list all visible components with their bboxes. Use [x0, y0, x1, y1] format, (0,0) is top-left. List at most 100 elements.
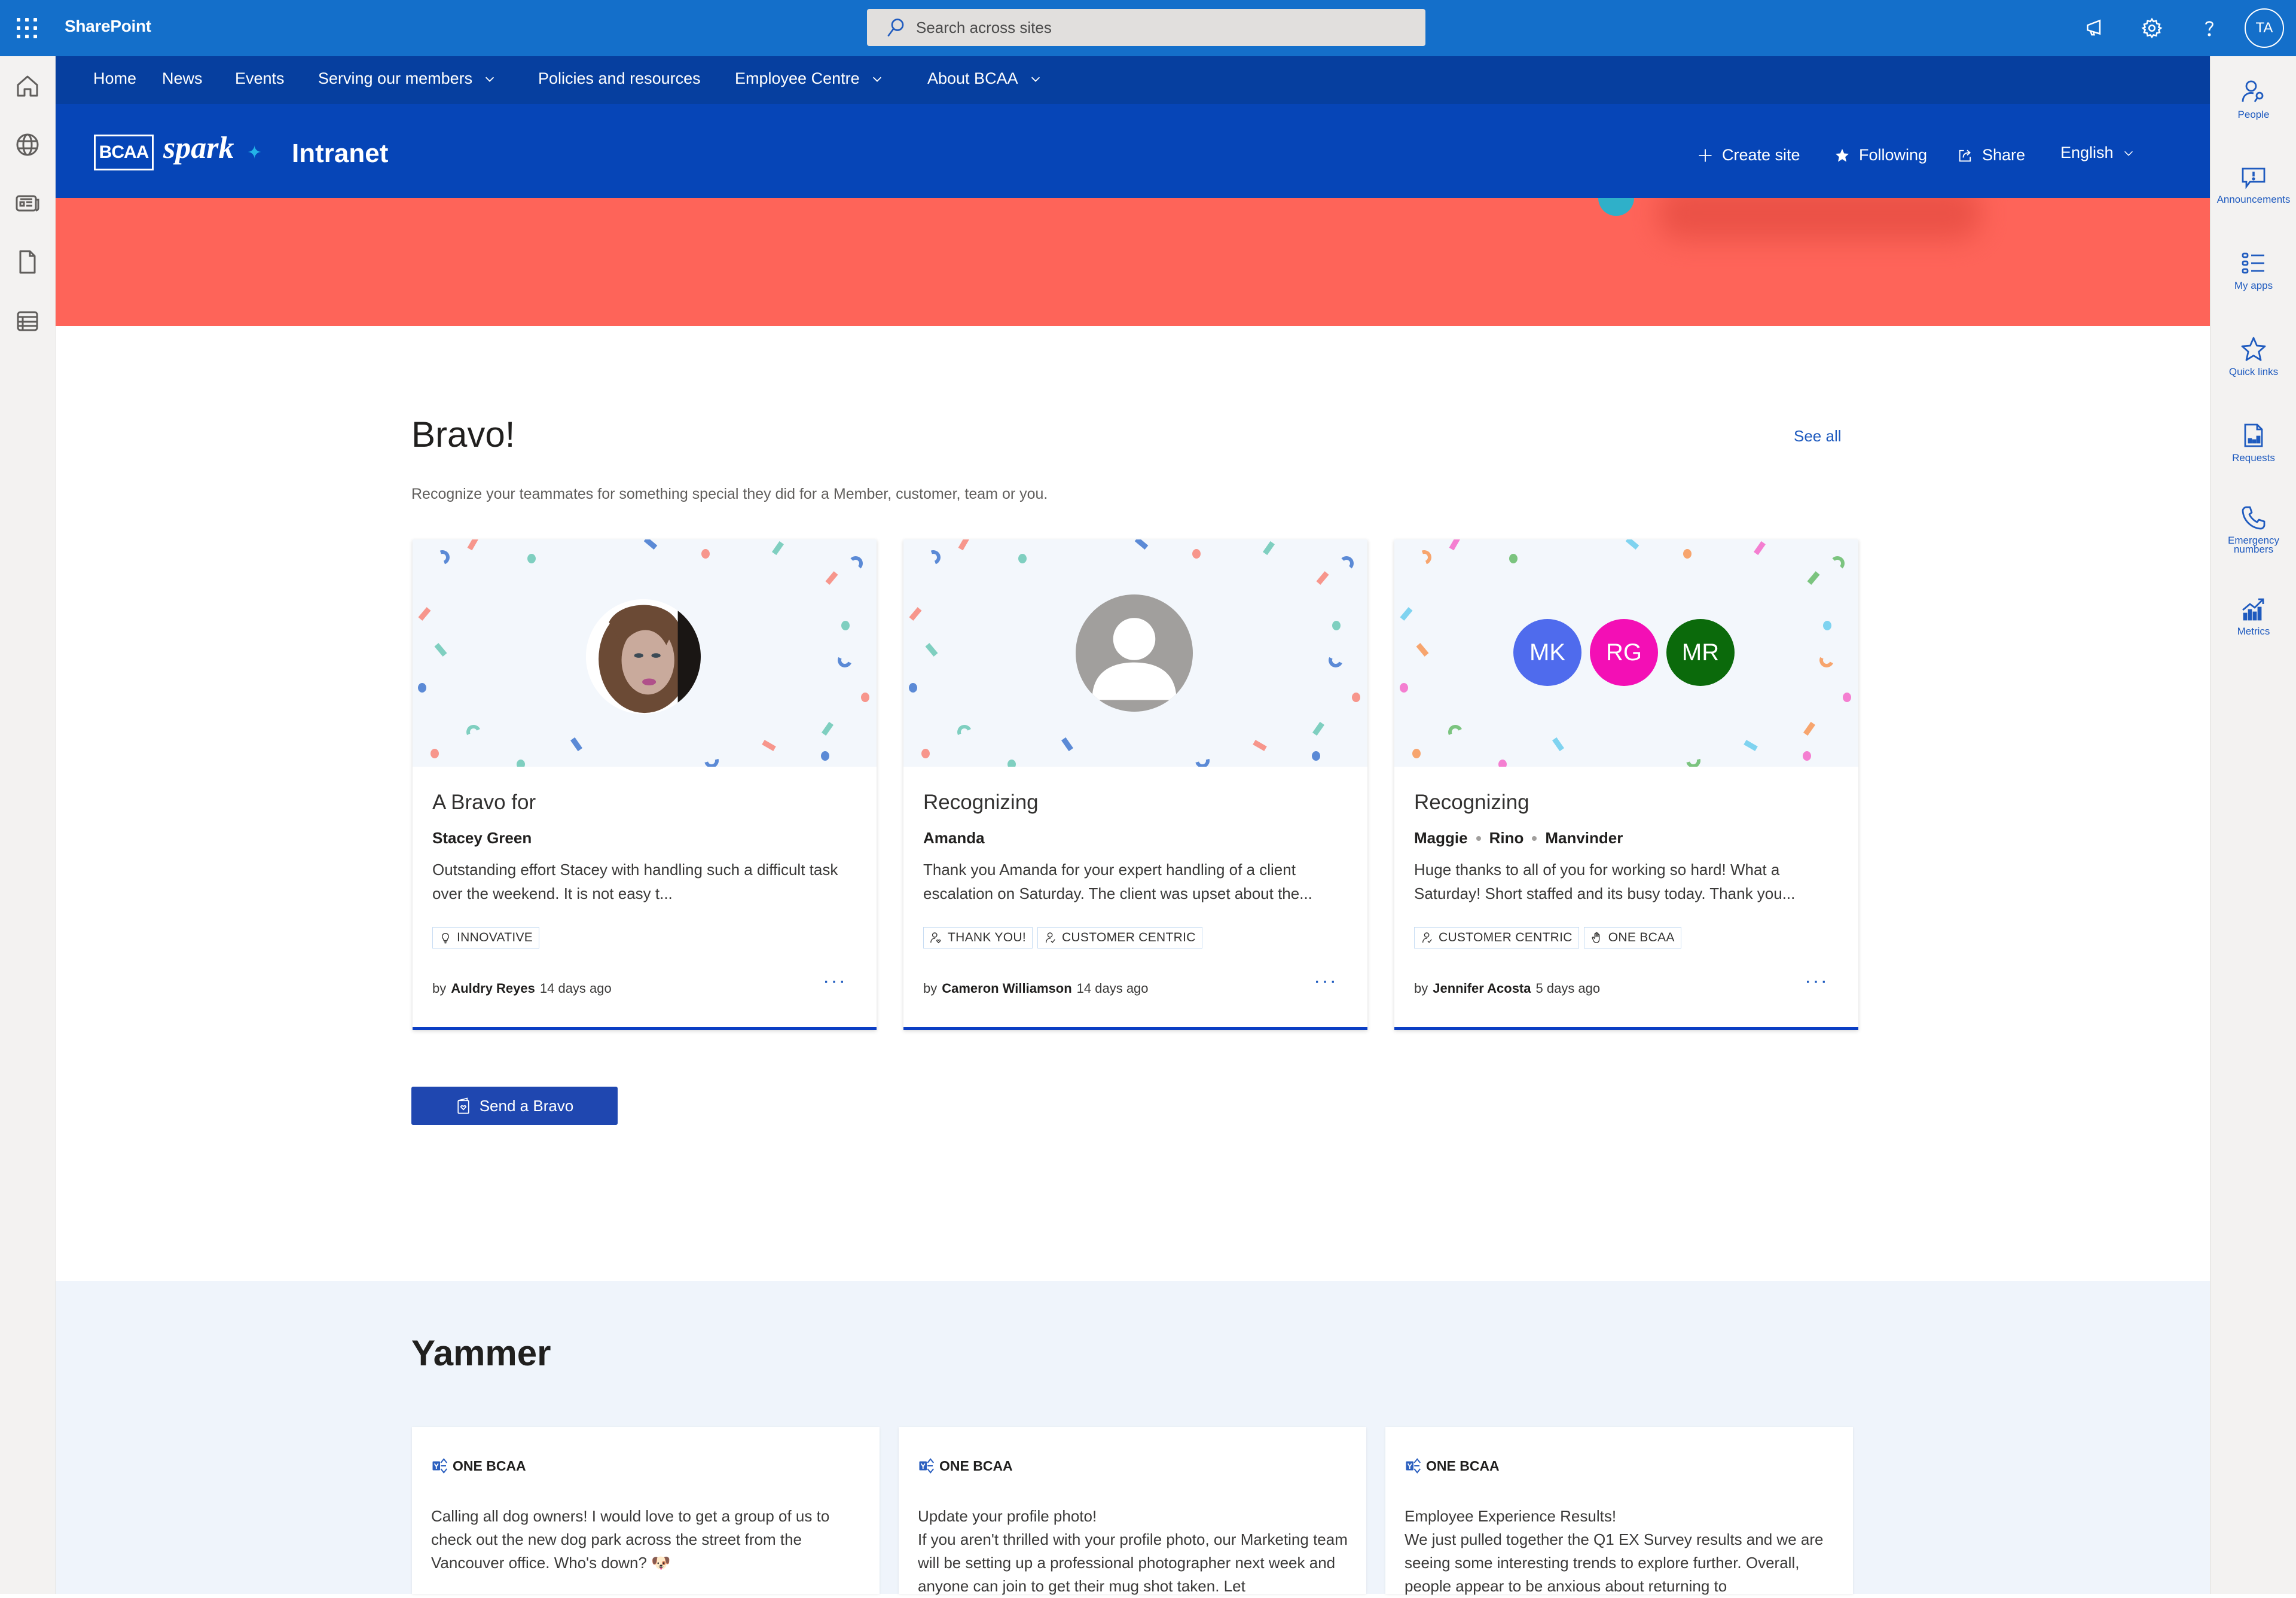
create-site-label: Create site	[1722, 146, 1800, 164]
rail-item-people[interactable]: People	[2210, 78, 2296, 120]
send-a-bravo-button[interactable]: Send a Bravo	[411, 1087, 618, 1125]
send-a-bravo-label: Send a Bravo	[479, 1096, 574, 1115]
confetti-piece	[1449, 539, 1461, 551]
tag-label: INNOVATIVE	[457, 931, 533, 944]
yammer-post-card[interactable]: ONE BCAA Employee Experience Results! We…	[1385, 1427, 1853, 1595]
confetti-piece	[1400, 683, 1408, 693]
card-heading: Recognizing	[1414, 791, 1529, 814]
recipient-name[interactable]: Amanda	[923, 829, 985, 847]
document-icon[interactable]	[13, 248, 42, 276]
news-icon[interactable]	[13, 189, 42, 218]
tag-innovative: INNOVATIVE	[432, 927, 540, 949]
nav-item-events[interactable]: Events	[235, 69, 285, 88]
see-all-link[interactable]: See all	[1794, 427, 1842, 446]
rail-item-requests[interactable]: Requests	[2210, 421, 2296, 463]
person-check-icon	[1045, 932, 1055, 943]
share-icon	[1959, 150, 1971, 161]
nav-item-employee-centre[interactable]: Employee Centre	[735, 69, 884, 88]
following-button[interactable]: Following	[1834, 146, 1927, 164]
yammer-icon	[919, 1458, 935, 1474]
card-footer: by Auldry Reyes 14 days ago	[432, 981, 612, 996]
timestamp: 14 days ago	[539, 981, 612, 996]
gear-icon[interactable]	[2138, 14, 2166, 42]
yammer-post-card[interactable]: ONE BCAA Calling all dog owners! I would…	[412, 1427, 880, 1594]
search-box[interactable]	[867, 9, 1425, 46]
confetti-piece	[925, 643, 938, 657]
recipient-avatar-photo	[586, 599, 701, 714]
language-selector[interactable]: English	[2060, 144, 2135, 162]
yammer-group[interactable]: ONE BCAA	[1405, 1457, 1500, 1475]
card-message: Outstanding effort Stacey with handling …	[432, 861, 838, 902]
nav-item-serving-our-members[interactable]: Serving our members	[318, 69, 496, 88]
bravo-card[interactable]: Recognizing Amanda Thank you Amanda for …	[903, 539, 1367, 1030]
recipient-name[interactable]: Rino	[1489, 829, 1524, 847]
recipient-name[interactable]: Maggie	[1414, 829, 1468, 847]
yammer-group-name: ONE BCAA	[939, 1457, 1013, 1474]
confetti-piece	[701, 549, 710, 559]
more-options-icon[interactable]: ···	[1805, 971, 1828, 991]
recipient-name[interactable]: Manvinder	[1545, 829, 1623, 847]
author-name[interactable]: Auldry Reyes	[451, 981, 535, 996]
announcement-icon	[2242, 167, 2266, 190]
confetti-piece	[1823, 621, 1831, 630]
nav-label: About BCAA	[927, 69, 1018, 87]
confetti-piece	[1134, 539, 1149, 550]
yammer-group[interactable]: ONE BCAA	[431, 1457, 526, 1475]
create-site-button[interactable]: Create site	[1697, 146, 1800, 164]
confetti-piece	[1332, 621, 1341, 630]
bcaa-logo[interactable]: BCAA	[94, 135, 154, 170]
rail-item-emergency-numbers[interactable]: Emergency numbers	[2210, 504, 2296, 554]
more-options-icon[interactable]: ···	[1314, 971, 1338, 991]
site-title[interactable]: Intranet	[292, 139, 388, 169]
banner-decoration	[1658, 198, 1981, 240]
confetti-piece	[1817, 651, 1836, 670]
confetti-piece	[418, 683, 426, 693]
author-name[interactable]: Cameron Williamson	[942, 981, 1071, 996]
report-icon	[2244, 423, 2263, 447]
nav-item-policies-and-resources[interactable]: Policies and resources	[538, 69, 701, 88]
recipient-name[interactable]: Stacey Green	[432, 829, 532, 847]
nav-item-news[interactable]: News	[162, 69, 203, 88]
right-rail: People Announcements My apps Quick links…	[2210, 56, 2296, 1594]
rail-item-metrics[interactable]: Metrics	[2210, 594, 2296, 636]
confetti-piece	[1744, 740, 1758, 751]
confetti-piece	[909, 607, 922, 621]
app-name[interactable]: SharePoint	[65, 17, 151, 36]
yammer-post-body: Employee Experience Results! We just pul…	[1405, 1507, 1824, 1595]
app-launcher-waffle-icon[interactable]	[16, 17, 37, 38]
nav-item-about-bcaa[interactable]: About BCAA	[927, 69, 1042, 88]
megaphone-icon[interactable]	[2081, 14, 2109, 42]
language-label: English	[2060, 144, 2114, 161]
tag-label: THANK YOU!	[948, 931, 1026, 944]
bravo-card[interactable]: A Bravo for Stacey Green Outstanding eff…	[413, 539, 877, 1030]
initials-avatar[interactable]: RG	[1590, 619, 1658, 686]
help-icon[interactable]	[2196, 14, 2223, 42]
nav-item-home[interactable]: Home	[93, 69, 136, 88]
yammer-group[interactable]: ONE BCAA	[918, 1457, 1013, 1475]
rail-item-my-apps[interactable]: My apps	[2210, 249, 2296, 291]
user-avatar[interactable]: TA	[2245, 8, 2284, 48]
chevron-down-icon	[2124, 151, 2133, 156]
list-icon[interactable]	[13, 306, 42, 335]
yammer-post-card[interactable]: ONE BCAA Update your profile photo! If y…	[899, 1427, 1366, 1595]
bravo-card[interactable]: MK RG MR Recognizing Maggie Rino Manvind…	[1394, 539, 1858, 1030]
home-icon[interactable]	[13, 72, 42, 100]
share-button[interactable]: Share	[1957, 146, 2025, 164]
confetti-piece	[825, 571, 838, 585]
search-input[interactable]	[916, 18, 1394, 37]
confetti-piece	[517, 760, 525, 767]
author-name[interactable]: Jennifer Acosta	[1433, 981, 1531, 996]
initials-avatar[interactable]: MR	[1666, 619, 1735, 686]
globe-icon[interactable]	[13, 130, 42, 159]
initials-avatar[interactable]: MK	[1513, 619, 1581, 686]
more-options-icon[interactable]: ···	[823, 971, 847, 991]
confetti-piece	[1192, 549, 1201, 559]
rail-item-announcements[interactable]: Announcements	[2210, 163, 2296, 205]
rail-item-quick-links[interactable]: Quick links	[2210, 335, 2296, 377]
card-heading: Recognizing	[923, 791, 1039, 814]
separator-dot	[1476, 835, 1481, 841]
confetti-piece	[467, 539, 479, 551]
confetti-piece	[1339, 556, 1354, 571]
banner-decoration	[1598, 198, 1634, 216]
confetti-piece	[821, 721, 833, 736]
